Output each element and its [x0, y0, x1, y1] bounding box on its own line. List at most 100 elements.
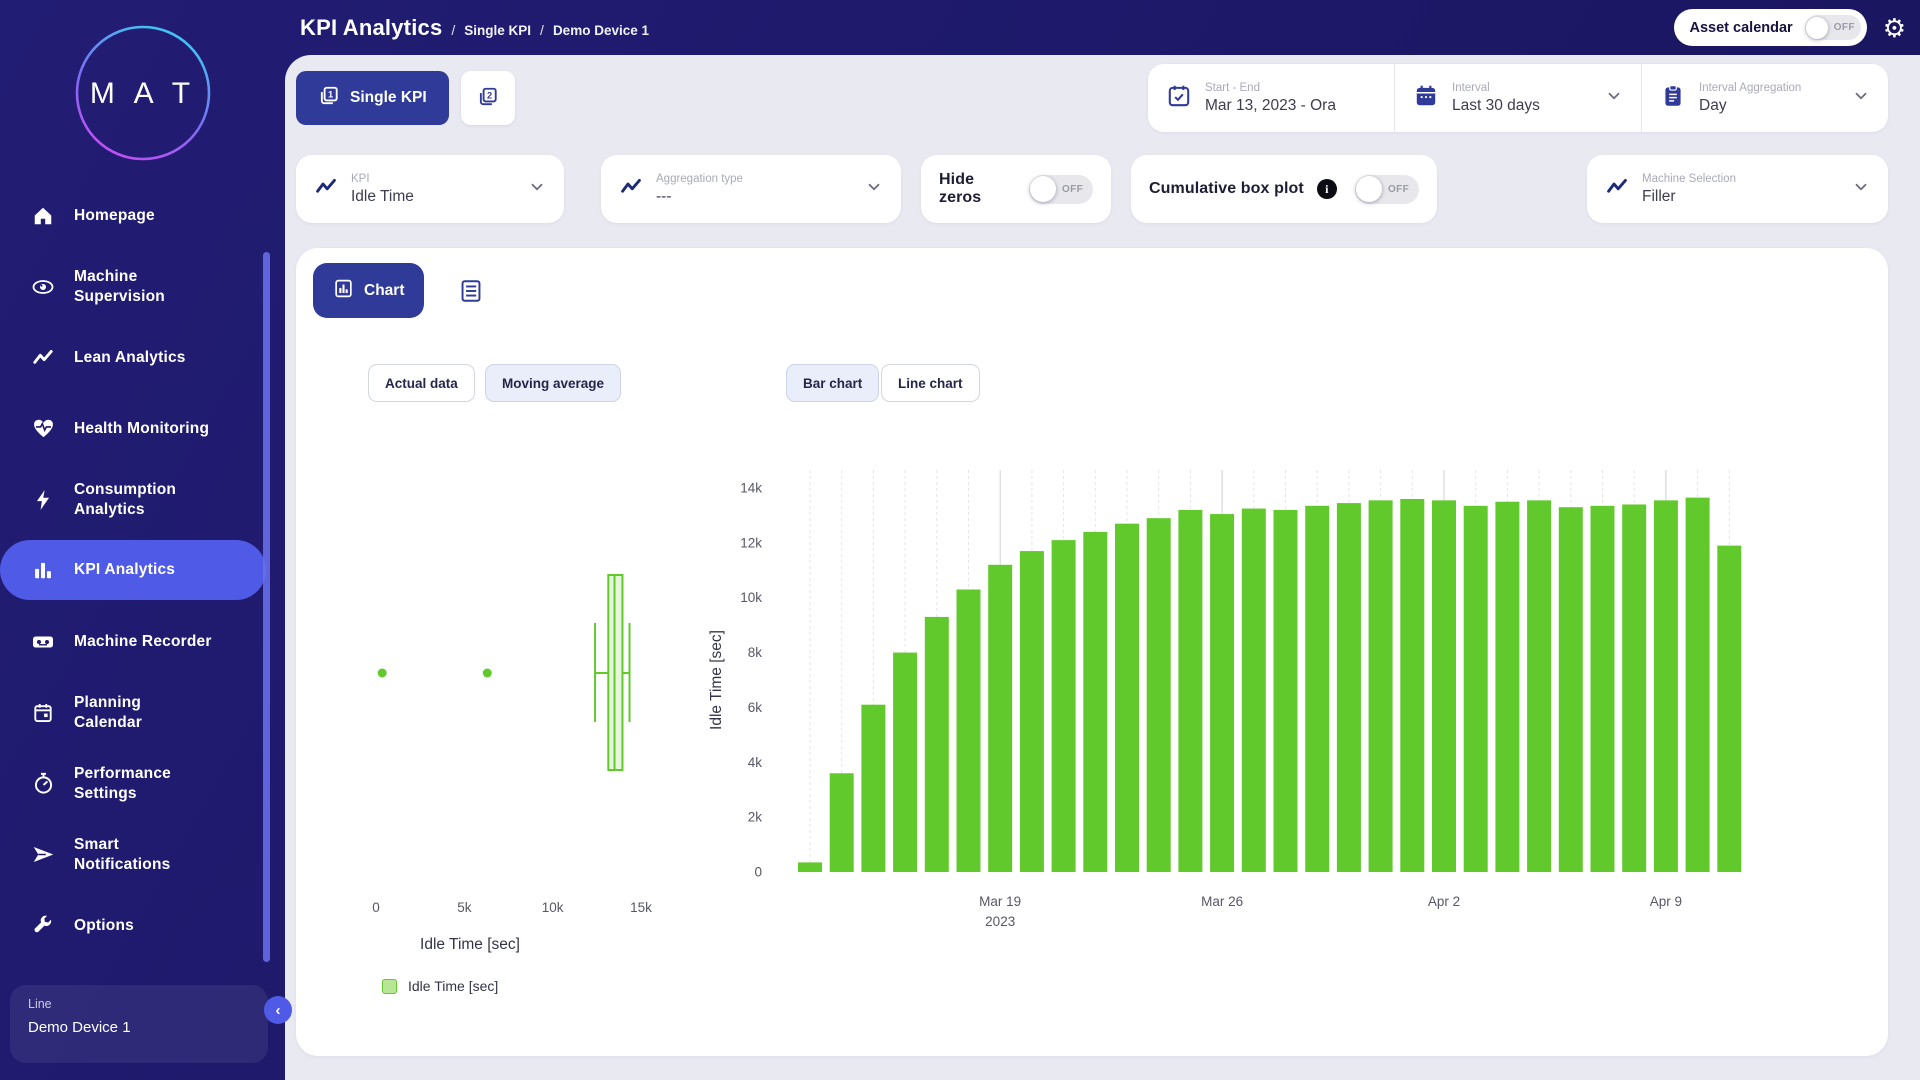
- bar-chart-icon: [333, 278, 354, 304]
- machine-selection-value: Filler: [1642, 188, 1736, 206]
- svg-text:10k: 10k: [740, 590, 762, 605]
- bolt-icon: [26, 489, 60, 511]
- sidebar-item-label: KPI Analytics: [74, 560, 175, 579]
- asset-calendar-toggle[interactable]: Asset calendar OFF: [1674, 9, 1867, 46]
- chart-legend[interactable]: Idle Time [sec]: [382, 978, 498, 994]
- app-window: M A T Homepage Machine Supervision Lean An…: [0, 0, 1920, 1080]
- sidebar-item-label: Planning Calendar: [74, 693, 142, 732]
- eye-icon: [26, 275, 60, 299]
- device-name: Demo Device 1: [28, 1019, 250, 1036]
- chevron-down-icon: [1852, 87, 1870, 110]
- sidebar-collapse-button[interactable]: ‹: [264, 996, 292, 1024]
- svg-text:2k: 2k: [748, 810, 763, 825]
- legend-label: Idle Time [sec]: [408, 978, 498, 994]
- sidebar-item-label: Smart Notifications: [74, 835, 170, 874]
- sidebar-item-label: Homepage: [74, 206, 155, 225]
- date-filter-card: Start - End Mar 13, 2023 - Ora Interval: [1148, 64, 1888, 132]
- sidebar-item-homepage[interactable]: Homepage: [0, 180, 272, 251]
- chevron-down-icon: [528, 178, 546, 201]
- svg-text:1: 1: [328, 89, 333, 99]
- bar-chart[interactable]: 02k4k6k8k10k12k14kMar 192023Mar 26Apr 2A…: [700, 430, 1880, 1010]
- sidebar-item-label: Machine Supervision: [74, 267, 165, 306]
- sidebar-menu: Homepage Machine Supervision Lean Analytic…: [0, 180, 272, 961]
- interval-aggregation-select[interactable]: Interval Aggregation Day: [1641, 64, 1888, 132]
- trend-icon: [1605, 175, 1629, 204]
- tab-chart[interactable]: Chart: [313, 263, 424, 318]
- tab-table[interactable]: [454, 276, 488, 308]
- svg-text:Apr 2: Apr 2: [1428, 894, 1460, 909]
- cumulative-box-plot-control: Cumulative box plot i OFF: [1131, 155, 1437, 223]
- cumulative-box-plot-switch[interactable]: OFF: [1355, 175, 1419, 204]
- interval-select[interactable]: Interval Last 30 days: [1394, 64, 1641, 132]
- sidebar-item-label: Consumption Analytics: [74, 480, 176, 519]
- sidebar-scrollbar[interactable]: [263, 252, 270, 962]
- legend-swatch: [382, 979, 397, 994]
- svg-text:Idle Time [sec]: Idle Time [sec]: [708, 630, 725, 730]
- sidebar-item-consumption-analytics[interactable]: Consumption Analytics: [0, 464, 272, 535]
- logo-text: M A T: [89, 77, 195, 110]
- cumulative-box-plot-state: OFF: [1388, 184, 1409, 195]
- boxplot-chart[interactable]: 05k10k15kIdle Time [sec]: [300, 430, 700, 970]
- breadcrumb-device[interactable]: Demo Device 1: [553, 23, 649, 38]
- line-chart-button[interactable]: Line chart: [881, 364, 980, 402]
- aggregation-type-select[interactable]: Aggregation type ---: [601, 155, 901, 223]
- actual-data-button[interactable]: Actual data: [368, 364, 475, 402]
- sidebar-item-label: Options: [74, 916, 134, 935]
- sidebar-item-machine-supervision[interactable]: Machine Supervision: [0, 251, 272, 322]
- calendar-icon: [26, 702, 60, 724]
- multi-kpi-icon: 2: [477, 86, 499, 111]
- svg-text:Idle Time [sec]: Idle Time [sec]: [420, 936, 520, 953]
- interval-label: Interval: [1452, 82, 1540, 94]
- bar-chart-button[interactable]: Bar chart: [786, 364, 879, 402]
- table-list-icon: [458, 278, 484, 307]
- heart-icon: [26, 417, 60, 440]
- asset-calendar-label: Asset calendar: [1690, 20, 1793, 36]
- svg-text:12k: 12k: [740, 535, 762, 550]
- asset-calendar-switch[interactable]: OFF: [1805, 15, 1861, 40]
- kpi-select[interactable]: KPI Idle Time: [296, 155, 564, 223]
- chevron-down-icon: [865, 178, 883, 201]
- breadcrumb: KPI Analytics / Single KPI / Demo Device…: [300, 15, 649, 41]
- sidebar: M A T Homepage Machine Supervision Lean An…: [0, 0, 285, 1080]
- svg-text:14k: 14k: [740, 481, 762, 496]
- asset-calendar-state: OFF: [1834, 22, 1855, 33]
- device-card[interactable]: Line Demo Device 1: [10, 985, 268, 1063]
- svg-text:5k: 5k: [457, 900, 472, 915]
- tab-multi-kpi[interactable]: 2: [461, 71, 515, 125]
- sidebar-item-lean-analytics[interactable]: Lean Analytics: [0, 322, 272, 393]
- kpi-value: Idle Time: [351, 188, 414, 206]
- sidebar-item-machine-recorder[interactable]: Machine Recorder: [0, 606, 272, 677]
- svg-text:Mar 26: Mar 26: [1201, 894, 1243, 909]
- trend-icon: [314, 175, 338, 204]
- aggregation-type-value: ---: [656, 188, 743, 206]
- svg-text:Apr 9: Apr 9: [1650, 894, 1682, 909]
- breadcrumb-single-kpi[interactable]: Single KPI: [464, 23, 531, 38]
- hide-zeros-control: Hide zeros OFF: [921, 155, 1111, 223]
- svg-text:2023: 2023: [985, 914, 1015, 929]
- tab-single-kpi[interactable]: 1 Single KPI: [296, 71, 449, 125]
- hide-zeros-label: Hide zeros: [939, 171, 1016, 207]
- start-end-picker[interactable]: Start - End Mar 13, 2023 - Ora: [1148, 64, 1394, 132]
- settings-gear-icon[interactable]: ⚙: [1883, 15, 1906, 41]
- sidebar-item-planning-calendar[interactable]: Planning Calendar: [0, 677, 272, 748]
- info-icon[interactable]: i: [1317, 179, 1337, 199]
- gauge-icon: [26, 772, 60, 795]
- svg-text:2: 2: [487, 90, 492, 100]
- topbar: KPI Analytics / Single KPI / Demo Device…: [285, 0, 1920, 55]
- machine-selection-select[interactable]: Machine Selection Filler: [1587, 155, 1888, 223]
- line-label: Line: [28, 997, 250, 1011]
- svg-text:4k: 4k: [748, 755, 763, 770]
- trend-icon: [619, 175, 643, 204]
- svg-text:0: 0: [372, 900, 380, 915]
- hide-zeros-switch[interactable]: OFF: [1029, 175, 1093, 204]
- calendar-icon: [1413, 83, 1439, 114]
- moving-average-button[interactable]: Moving average: [485, 364, 621, 402]
- svg-text:Mar 19: Mar 19: [979, 894, 1021, 909]
- recorder-icon: [26, 630, 60, 654]
- sidebar-item-health-monitoring[interactable]: Health Monitoring: [0, 393, 272, 464]
- sidebar-item-smart-notifications[interactable]: Smart Notifications: [0, 819, 272, 890]
- sidebar-item-performance-settings[interactable]: Performance Settings: [0, 748, 272, 819]
- trend-icon: [26, 347, 60, 369]
- sidebar-item-options[interactable]: Options: [0, 890, 272, 961]
- sidebar-item-kpi-analytics[interactable]: KPI Analytics: [0, 540, 266, 600]
